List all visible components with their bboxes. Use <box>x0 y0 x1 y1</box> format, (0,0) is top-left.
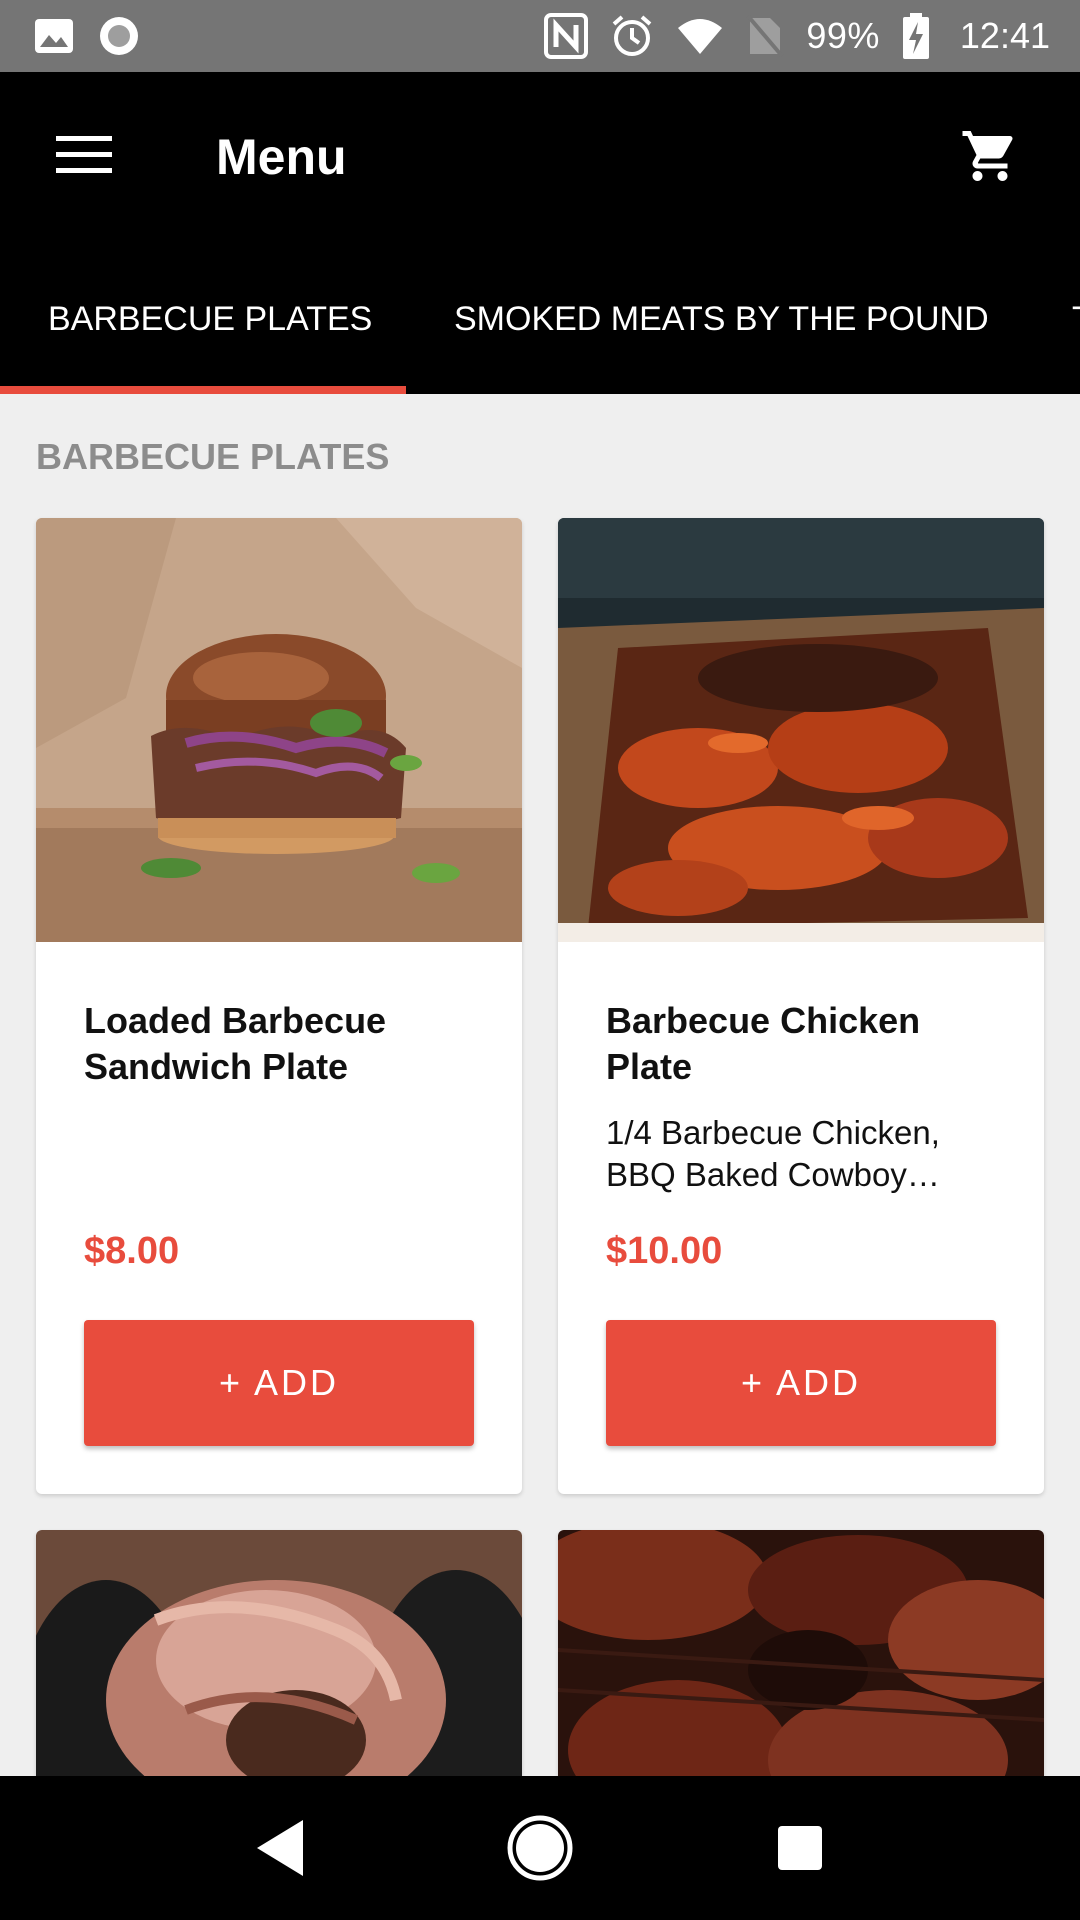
item-name: Loaded Barbecue Sandwich Plate <box>84 1000 387 1087</box>
add-to-cart-button[interactable]: + ADD <box>84 1320 474 1446</box>
item-description: 1/4 Barbecue Chicken, BBQ Baked Cowboy B… <box>606 1114 940 1193</box>
alarm-icon <box>610 14 654 58</box>
tab-next-category[interactable]: T <box>1072 244 1080 394</box>
recents-icon[interactable] <box>755 1803 845 1893</box>
app-bar: Menu <box>0 72 1080 244</box>
menu-item-card[interactable]: Barbecue Chicken Plate 1/4 Barbecue Chic… <box>558 518 1044 1494</box>
wifi-icon <box>676 16 724 56</box>
section-title: BARBECUE PLATES <box>36 436 390 477</box>
sandwich-photo <box>36 518 522 942</box>
tab-barbecue-plates[interactable]: BARBECUE PLATES <box>48 244 372 394</box>
clock: 12:41 <box>959 15 1050 56</box>
image-icon <box>34 18 74 54</box>
home-icon[interactable] <box>495 1803 585 1893</box>
selected-tab-indicator <box>0 386 406 394</box>
hamburger-menu-icon[interactable] <box>56 134 112 176</box>
menu-item-card[interactable]: Loaded Barbecue Sandwich Plate $8.00 + A… <box>36 518 522 1494</box>
battery-percentage: 99% <box>806 15 880 56</box>
tab-smoked-meats[interactable]: SMOKED MEATS BY THE POUND <box>454 244 989 394</box>
circle-icon <box>98 15 140 57</box>
item-price: $8.00 <box>84 1230 180 1272</box>
chicken-photo <box>558 518 1044 942</box>
shopping-cart-icon[interactable] <box>960 126 1020 186</box>
category-tab-bar: BARBECUE PLATES SMOKED MEATS BY THE POUN… <box>0 244 1080 394</box>
system-navigation-bar <box>0 1776 1080 1920</box>
add-to-cart-button[interactable]: + ADD <box>606 1320 996 1446</box>
item-price: $10.00 <box>606 1230 723 1272</box>
item-name: Barbecue Chicken Plate <box>606 1000 921 1087</box>
page-title: Menu <box>216 129 347 185</box>
nfc-icon <box>544 13 589 59</box>
back-icon[interactable] <box>235 1803 325 1893</box>
no-sim-icon <box>746 14 784 58</box>
battery-charging-icon <box>902 13 930 59</box>
status-bar: 99% 12:41 <box>0 0 1080 72</box>
